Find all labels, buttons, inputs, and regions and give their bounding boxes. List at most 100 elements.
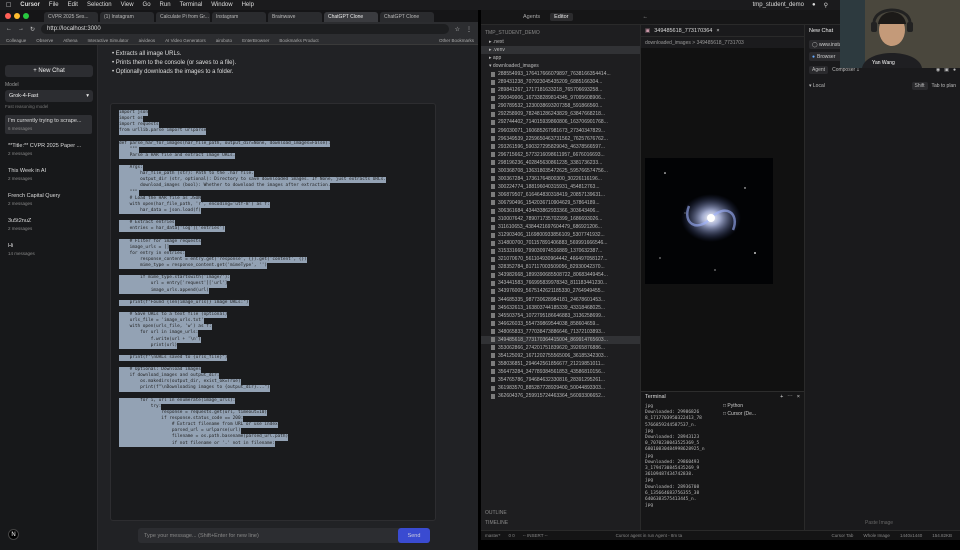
back-icon[interactable]: ← <box>6 26 12 32</box>
code-block[interactable]: import json import os import requests from … <box>110 103 436 521</box>
terminal-menu-icon[interactable]: ⋯ <box>787 394 793 400</box>
close-window-icon[interactable] <box>5 13 11 19</box>
file-item[interactable]: 344685335_987730628984181_24678601453... <box>481 296 640 304</box>
zoom-window-icon[interactable] <box>23 13 29 19</box>
minimize-window-icon[interactable] <box>14 13 20 19</box>
file-item[interactable]: 300367284_17361764800300_30226116196... <box>481 175 640 183</box>
file-item[interactable]: 349485618_773170364415004_869914765603..… <box>481 335 640 344</box>
close-tab-icon[interactable]: × <box>716 28 719 34</box>
menu-run[interactable]: Run <box>160 2 171 8</box>
file-item[interactable]: 345503754_1072795186646883_3136258699... <box>481 312 640 320</box>
back-arrow-icon[interactable]: ← <box>643 14 649 20</box>
file-item[interactable]: 306361684_434433862933366_303643406... <box>481 207 640 215</box>
message-input[interactable]: Type your message... (Shift+Enter for ne… <box>138 528 428 543</box>
terminal-output[interactable]: jpg Downloaded: 29986826 8_171770395032241… <box>645 404 715 509</box>
menu-window[interactable]: Window <box>211 2 232 8</box>
file-item[interactable]: 306879507_616464830318419_20857139631... <box>481 191 640 199</box>
file-item[interactable]: 345632613_163803744185339_43318468025... <box>481 304 640 312</box>
file-item[interactable]: 343976009_5675142621185330_2764949455... <box>481 287 640 295</box>
file-item[interactable]: 296715662_5773216098611957_6676016693... <box>481 151 640 159</box>
bookmark[interactable]: Athena <box>63 38 77 43</box>
browser-tab[interactable]: (1) Instagram <box>100 12 154 22</box>
file-item[interactable]: 289841267_1717181633218_765706693258... <box>481 86 640 94</box>
apple-icon[interactable]:  <box>6 2 11 9</box>
menu-selection[interactable]: Selection <box>87 2 112 8</box>
local-select[interactable]: ▾ Local <box>809 83 825 89</box>
browser-tab[interactable]: Instagram <box>212 12 266 22</box>
menu-view[interactable]: View <box>121 2 134 8</box>
image-fit-status[interactable]: Whole Image <box>863 533 890 538</box>
agent-title[interactable]: New Chat <box>809 28 833 34</box>
bookmark[interactable]: aivideos <box>139 38 156 43</box>
bookmark[interactable]: Observe <box>36 38 53 43</box>
git-branch[interactable]: master* <box>485 533 501 538</box>
send-button[interactable]: Send <box>398 528 430 543</box>
file-item[interactable]: 310007642_789071735702399_1686693026... <box>481 215 640 223</box>
file-item[interactable]: 356473284_347789384561853_43586810156... <box>481 368 640 376</box>
browser-tab[interactable]: CVPR 2025 Ses... <box>44 12 98 22</box>
file-item[interactable]: 348065833_777038473886646_71372103893... <box>481 328 640 336</box>
breadcrumb[interactable]: downloaded_images > 349485618_7731703 <box>641 38 804 48</box>
conversation-item[interactable]: **Title:** CVPR 2025 Paper ... 2 messages <box>5 140 92 159</box>
file-item[interactable]: 290789532_1230038693207358_591866560... <box>481 102 640 110</box>
file-item[interactable]: 328352784_817117003509056_82930042370... <box>481 263 640 271</box>
menu-kebab-icon[interactable]: ⋮ <box>466 26 472 33</box>
file-item[interactable]: 296349539_2259650463731562_76257676762..… <box>481 135 640 143</box>
new-chat-button[interactable]: + New Chat <box>5 65 93 77</box>
menu-file[interactable]: File <box>49 2 59 8</box>
bookmark-folder[interactable]: Other Bookmarks <box>439 38 478 43</box>
file-item[interactable]: 346626033_554739869544038_858604659... <box>481 320 640 328</box>
bookmark[interactable]: Bookmarks Product <box>279 38 318 43</box>
bookmark[interactable]: Colleague <box>6 38 26 43</box>
reload-icon[interactable]: ↻ <box>30 26 35 33</box>
browser-tab[interactable]: Brainwave <box>268 12 322 22</box>
file-item[interactable]: 343441583_766995839978343_811183441230..… <box>481 279 640 287</box>
cursor-tab-status[interactable]: Cursor Tab <box>831 533 853 538</box>
folder-item[interactable]: ▾ downloaded_images <box>481 62 640 70</box>
file-item[interactable]: 315331660_799030974516889_1370632387... <box>481 247 640 255</box>
timeline-section[interactable]: TIMELINE <box>481 518 508 528</box>
folder-item[interactable]: ▸ .next <box>481 38 640 46</box>
menu-terminal[interactable]: Terminal <box>180 2 203 8</box>
wifi-icon[interactable]: ● <box>812 2 816 8</box>
conversation-item[interactable]: Hi 14 messages <box>5 240 92 259</box>
bookmark[interactable]: airoboto <box>216 38 232 43</box>
bookmark[interactable]: EnterBrowser <box>242 38 269 43</box>
file-item[interactable]: 296030071_160685267981673_27340347829... <box>481 127 640 135</box>
search-icon[interactable]: ⚲ <box>824 2 828 9</box>
tab-editor[interactable]: Editor <box>550 13 573 21</box>
file-item[interactable]: 300368708_136318035472625_595766574756..… <box>481 167 640 175</box>
tab-agents[interactable]: Agents <box>523 14 540 20</box>
file-item[interactable]: 314800700_701157891406883_569991666546..… <box>481 239 640 247</box>
bookmark-star-icon[interactable]: ☆ <box>455 26 460 33</box>
menu-app-name[interactable]: Cursor <box>20 2 40 8</box>
folder-item[interactable]: ▸ .venv <box>481 46 640 55</box>
menu-edit[interactable]: Edit <box>68 2 78 8</box>
url-bar[interactable]: http://localhost:3000 <box>41 24 449 34</box>
explorer-root[interactable]: TMP_STUDENT_DEMO <box>481 28 640 38</box>
browser-tab-active[interactable]: ChatGPT Clone <box>324 12 378 22</box>
file-item[interactable]: 292744402_714015939860806_163706901768..… <box>481 118 640 126</box>
file-item[interactable]: 289431238_707923045435209_6885166304... <box>481 78 640 86</box>
browser-tab[interactable]: Calculate Pi from Gr... <box>156 12 210 22</box>
file-item[interactable]: 293261596_590327295829043_46378566597... <box>481 143 640 151</box>
conversation-item[interactable]: French Capital Query 2 messages <box>5 190 92 209</box>
editor-tab-active[interactable]: 349485618_773170364 <box>654 28 712 34</box>
forward-icon[interactable]: → <box>18 26 24 32</box>
bookmark[interactable]: AI Video Generators <box>165 38 206 43</box>
file-item[interactable]: 311610653_4384421697604479_686921206... <box>481 223 640 231</box>
file-item[interactable]: 354765786_794684632330816_28391295261... <box>481 376 640 384</box>
terminal-title[interactable]: Terminal <box>645 394 666 400</box>
file-item[interactable]: 292258909_782481286243829_63847668218... <box>481 110 640 118</box>
file-item[interactable]: 321070670_561104930964442_466497058127..… <box>481 255 640 263</box>
agent-mode-select[interactable]: Agent <box>809 66 829 74</box>
file-item[interactable]: 288554993_176417666079897_7638166354414.… <box>481 70 640 78</box>
file-item[interactable]: 361983570_885287728929400_50044893303... <box>481 384 640 392</box>
conversation-item[interactable]: 3u5t2nuZ 2 messages <box>5 215 92 234</box>
file-item[interactable]: 300224774_188196040315931_454812763... <box>481 183 640 191</box>
file-item[interactable]: 290049906_167338289814345_97095608906... <box>481 94 640 102</box>
conversation-item[interactable]: I'm currently trying to scrape... 6 messa… <box>5 115 92 134</box>
file-item[interactable]: 298196236_402845630861235_3381736233... <box>481 159 640 167</box>
menu-go[interactable]: Go <box>143 2 151 8</box>
file-item[interactable]: 343982668_1899390685508722_80683449454..… <box>481 271 640 279</box>
